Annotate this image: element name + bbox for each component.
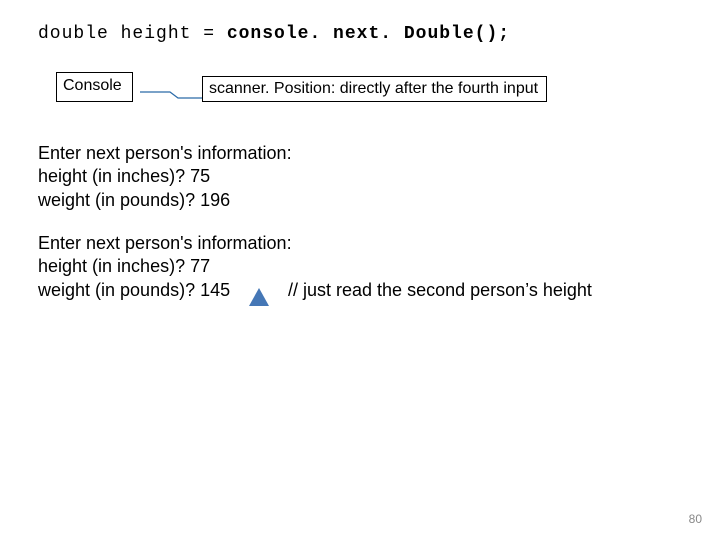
page-number: 80 [689,512,702,526]
code-line: double height = console. next. Double(); [38,24,510,44]
console-label-box: Console [56,72,133,102]
inline-comment: // just read the second person’s height [288,280,592,301]
block2-line1: Enter next person's information: [38,232,292,255]
console-label: Console [63,77,122,94]
code-bold: console. next. Double(); [227,24,510,44]
block1-line2: height (in inches)? 75 [38,165,292,188]
block1-line1: Enter next person's information: [38,142,292,165]
console-output-block-1: Enter next person's information: height … [38,142,292,212]
code-prefix: double height = [38,24,227,44]
connector-line [140,88,202,90]
scanner-position-text: scanner. Position: directly after the fo… [209,80,538,97]
block1-line3: weight (in pounds)? 196 [38,189,292,212]
scanner-position-box: scanner. Position: directly after the fo… [202,76,547,102]
block2-line2: height (in inches)? 77 [38,255,292,278]
pointer-arrow-icon [249,288,269,306]
